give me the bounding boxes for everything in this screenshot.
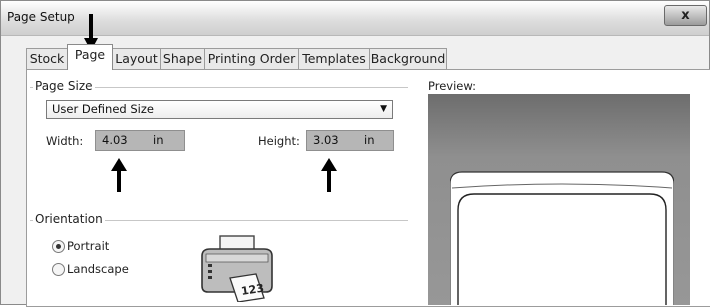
tab-layout[interactable]: Layout	[112, 48, 161, 69]
tab-page[interactable]: Page	[67, 44, 113, 70]
tab-background[interactable]: Background	[369, 48, 447, 69]
tab-label: Page	[74, 47, 106, 62]
close-icon: x	[681, 8, 690, 23]
height-value: 3.03	[313, 133, 339, 147]
portrait-radio[interactable]	[52, 240, 65, 253]
preview-label: Preview:	[428, 79, 477, 93]
orientation-group-title: Orientation	[33, 212, 105, 226]
width-input[interactable]: 4.03 in	[95, 130, 185, 151]
page-size-selected-value: User Defined Size	[52, 102, 154, 116]
annotation-arrow-height	[321, 158, 337, 192]
tab-shape[interactable]: Shape	[160, 48, 205, 69]
tab-stock[interactable]: Stock	[26, 48, 68, 69]
height-label: Height:	[258, 134, 300, 148]
annotation-arrow-width	[111, 158, 127, 192]
tab-templates[interactable]: Templates	[298, 48, 370, 69]
page-size-select[interactable]: User Defined Size ▼	[46, 100, 393, 119]
dialog-title: Page Setup	[7, 10, 75, 24]
height-input[interactable]: 3.03 in	[306, 130, 394, 151]
tab-label: Background	[370, 51, 446, 66]
label-preview-sheet	[450, 171, 674, 305]
tab-label: Layout	[115, 51, 158, 66]
page-size-group-title: Page Size	[33, 79, 95, 93]
printer-icon: 123	[201, 235, 273, 302]
tab-printing-order[interactable]: Printing Order	[204, 48, 299, 69]
height-unit: in	[364, 133, 375, 147]
landscape-label: Landscape	[67, 262, 129, 276]
tab-label: Shape	[162, 51, 203, 66]
tab-label: Templates	[302, 51, 366, 66]
title-bar[interactable]: Page Setup x	[1, 1, 709, 36]
tab-label: Stock	[29, 51, 65, 66]
close-button[interactable]: x	[664, 5, 707, 26]
width-unit: in	[153, 133, 164, 147]
tab-label: Printing Order	[207, 51, 296, 66]
portrait-label: Portrait	[67, 239, 110, 253]
landscape-radio[interactable]	[52, 263, 65, 276]
dropdown-arrow-icon: ▼	[380, 104, 387, 114]
width-value: 4.03	[102, 133, 128, 147]
width-label: Width:	[46, 134, 84, 148]
